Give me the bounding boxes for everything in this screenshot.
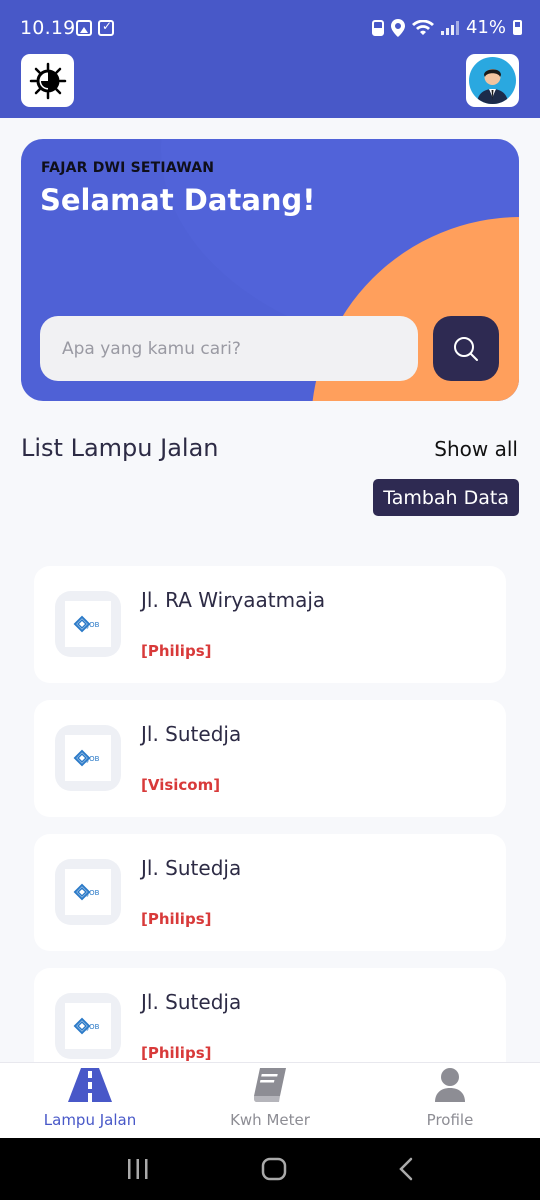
job-logo-icon: JOB: [73, 883, 100, 901]
job-logo-icon: JOB: [73, 615, 100, 633]
back-icon[interactable]: [398, 1157, 414, 1181]
nav-label: Lampu Jalan: [43, 1111, 137, 1129]
top-bar: 10.19 41%: [0, 0, 540, 118]
svg-text:JOB: JOB: [86, 621, 100, 629]
svg-text:JOB: JOB: [86, 1023, 100, 1031]
show-all-link[interactable]: Show all: [434, 437, 518, 461]
status-bar: 10.19 41%: [0, 0, 540, 54]
recent-apps-icon[interactable]: [126, 1159, 150, 1179]
add-data-button[interactable]: Tambah Data: [373, 479, 519, 516]
item-name: Jl. RA Wiryaatmaja: [141, 588, 326, 612]
battery-percent: 41%: [465, 17, 506, 38]
notification-icon: [98, 19, 114, 36]
item-thumbnail: JOB: [55, 725, 121, 791]
search-icon: [454, 336, 478, 361]
item-name: Jl. Sutedja: [141, 990, 242, 1014]
svg-text:JOB: JOB: [86, 755, 100, 763]
user-name: FAJAR DWI SETIAWAN: [41, 160, 215, 176]
nav-lampu-jalan[interactable]: Lampu Jalan: [0, 1063, 180, 1138]
nav-label: Kwh Meter: [230, 1111, 310, 1129]
nav-profile[interactable]: Profile: [360, 1063, 540, 1138]
gallery-icon: [76, 20, 92, 36]
status-right-icons: 41%: [371, 17, 522, 38]
book-icon: [253, 1068, 286, 1102]
item-name: Jl. Sutedja: [141, 722, 242, 746]
person-icon: [435, 1068, 465, 1102]
job-logo-icon: JOB: [73, 1017, 100, 1035]
item-brand: [Philips]: [141, 910, 212, 928]
street-light-list: JOB Jl. RA Wiryaatmaja [Philips] JOB Jl.…: [34, 566, 506, 1102]
svg-text:JOB: JOB: [86, 889, 100, 897]
item-brand: [Philips]: [141, 642, 212, 660]
battery-icon: [513, 20, 522, 35]
nav-kwh-meter[interactable]: Kwh Meter: [180, 1063, 360, 1138]
item-thumbnail: JOB: [55, 859, 121, 925]
status-time: 10.19: [20, 17, 76, 39]
app-logo-button[interactable]: [21, 54, 74, 107]
profile-avatar-button[interactable]: [466, 54, 519, 107]
search-button[interactable]: [433, 316, 499, 381]
nav-label: Profile: [426, 1111, 474, 1129]
item-brand: [Visicom]: [141, 776, 221, 794]
list-item[interactable]: JOB Jl. RA Wiryaatmaja [Philips]: [34, 566, 506, 683]
bottom-navigation: Lampu Jalan Kwh Meter Profile: [0, 1062, 540, 1138]
battery-saver-icon: [371, 19, 384, 36]
job-logo-icon: JOB: [73, 749, 100, 767]
item-name: Jl. Sutedja: [141, 856, 242, 880]
status-left-icons: [76, 19, 114, 36]
item-thumbnail: JOB: [55, 591, 121, 657]
brightness-icon: [29, 62, 66, 99]
wifi-icon: [411, 19, 434, 35]
list-item[interactable]: JOB Jl. Sutedja [Philips]: [34, 834, 506, 951]
road-icon: [68, 1068, 112, 1102]
section-title: List Lampu Jalan: [21, 434, 219, 462]
list-item[interactable]: JOB Jl. Sutedja [Visicom]: [34, 700, 506, 817]
greeting-title: Selamat Datang!: [40, 183, 316, 217]
app-root: 10.19 41%: [0, 0, 540, 1200]
item-brand: [Philips]: [141, 1044, 212, 1062]
home-icon[interactable]: [261, 1157, 287, 1181]
welcome-card: FAJAR DWI SETIAWAN Selamat Datang!: [21, 139, 519, 401]
item-thumbnail: JOB: [55, 993, 121, 1059]
search-input[interactable]: [40, 316, 418, 381]
user-avatar-icon: [469, 57, 516, 104]
location-icon: [390, 18, 405, 37]
signal-icon: [440, 20, 459, 35]
system-navigation-bar: [0, 1138, 540, 1200]
